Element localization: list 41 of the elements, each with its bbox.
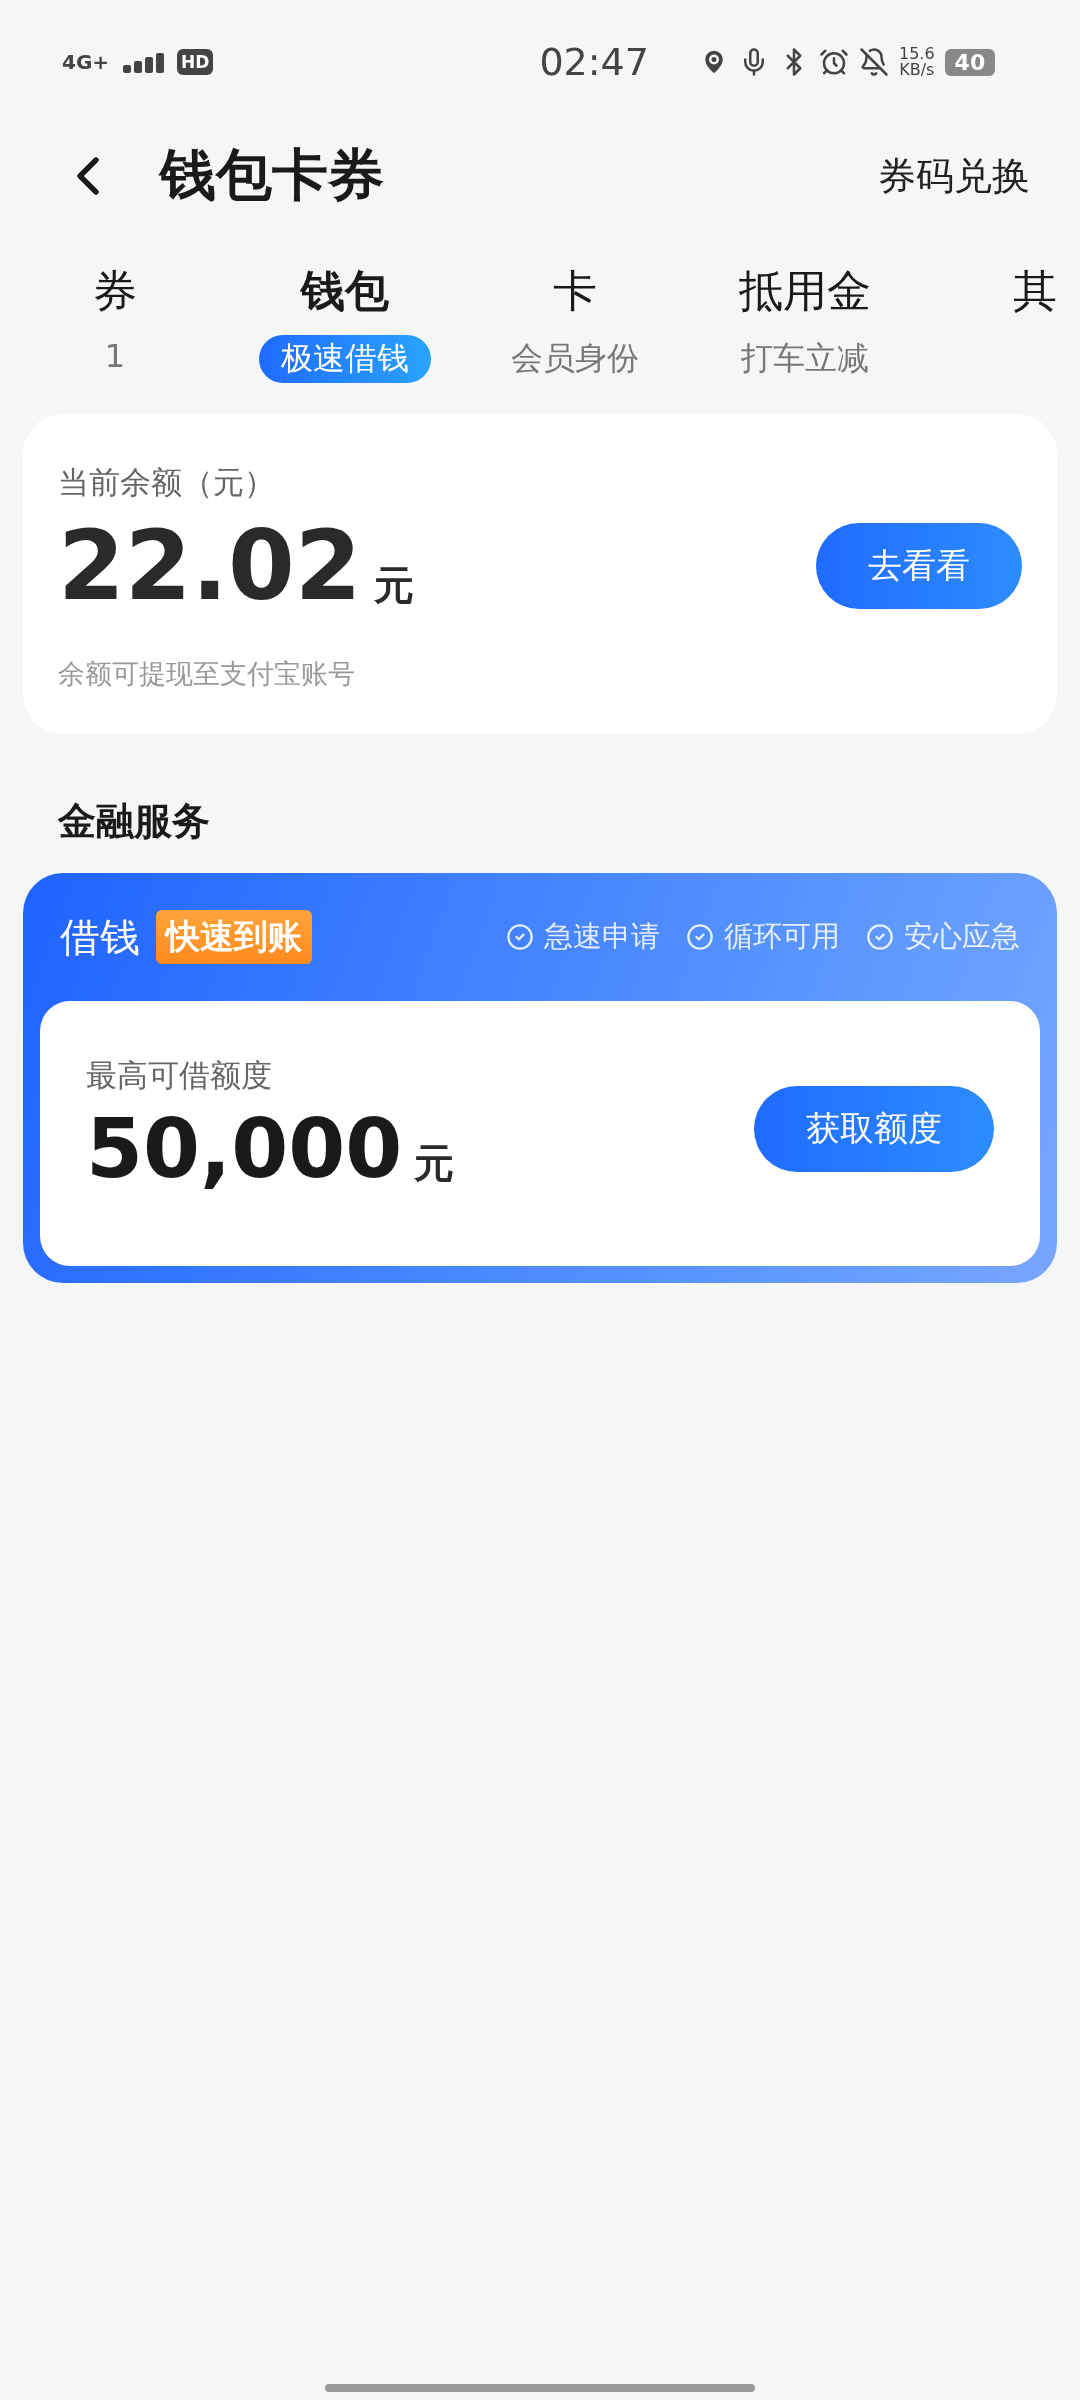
tab-label: 钱包 xyxy=(301,264,389,318)
tab-subtitle: 会员身份 xyxy=(510,338,640,379)
currency-unit: 元 xyxy=(373,562,414,608)
clock-time: 02:47 xyxy=(539,40,649,84)
network-speed: 15.6 KB/s xyxy=(898,46,935,78)
tab-subtitle: 打车立减 xyxy=(740,338,870,379)
tab-label: 卡 xyxy=(553,264,597,318)
tab-label: 券 xyxy=(93,264,137,318)
bell-off-icon xyxy=(858,47,889,77)
check-circle-icon xyxy=(506,923,534,951)
check-circle-icon xyxy=(686,923,714,951)
balance-note: 余额可提现至支付宝账号 xyxy=(58,657,356,691)
balance-amount: 22.02 xyxy=(58,510,362,622)
get-limit-button[interactable]: 获取额度 xyxy=(754,1085,994,1172)
redeem-code-link[interactable]: 券码兑换 xyxy=(878,150,1030,202)
hd-badge: HD xyxy=(177,49,214,75)
category-tab[interactable]: 抵用金 打车立减 xyxy=(690,262,920,392)
currency-unit: 元 xyxy=(414,1140,455,1186)
section-title: 金融服务 xyxy=(58,798,211,845)
feature-label: 安心应急 xyxy=(904,918,1020,955)
network-type: 4G+ xyxy=(62,50,110,74)
tab-subtitle: 1 xyxy=(103,336,127,377)
view-button[interactable]: 去看看 xyxy=(816,523,1022,609)
loan-title: 借钱 xyxy=(60,912,140,962)
tab-subtitle: 极速借钱 xyxy=(259,335,431,383)
limit-amount: 50,000 xyxy=(86,1101,403,1196)
category-tab[interactable]: 其 xyxy=(920,262,1080,392)
fast-arrival-badge: 快速到账 xyxy=(156,910,312,964)
alarm-icon xyxy=(818,47,849,77)
check-circle-icon xyxy=(866,923,894,951)
feature-label: 循环可用 xyxy=(724,918,840,955)
category-tab[interactable]: 券 1 xyxy=(0,262,230,392)
balance-label: 当前余额（元） xyxy=(58,463,276,502)
category-tab[interactable]: 钱包 极速借钱 xyxy=(230,262,460,392)
feature-label: 急速申请 xyxy=(544,918,660,955)
page-title: 钱包卡券 xyxy=(160,141,385,209)
battery-level: 40 xyxy=(944,48,996,76)
category-tab[interactable]: 卡 会员身份 xyxy=(460,262,690,392)
limit-label: 最高可借额度 xyxy=(86,1056,273,1095)
tab-label: 抵用金 xyxy=(739,264,871,318)
tab-label: 其 xyxy=(1013,264,1057,318)
